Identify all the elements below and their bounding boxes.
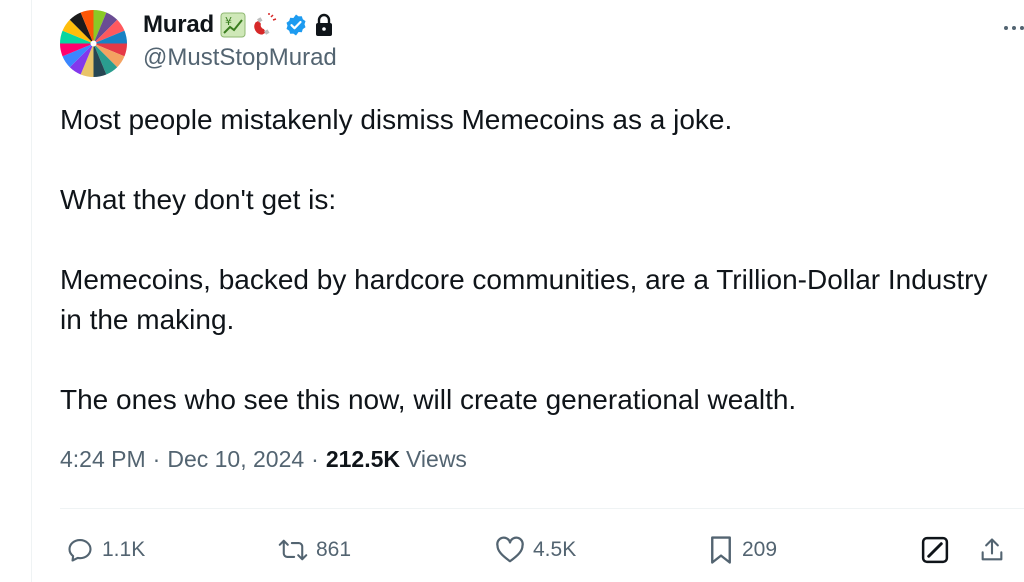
views-label: Views	[406, 446, 467, 472]
magnet-emoji-icon	[254, 13, 277, 35]
tweet-paragraph: What they don't get is:	[60, 184, 337, 215]
chart-yen-emoji-icon: ¥	[220, 12, 246, 38]
tweet-paragraph: Memecoins, backed by hardcore communitie…	[60, 264, 988, 335]
author-name-row: Murad ¥	[143, 8, 334, 42]
more-dot-icon	[1012, 26, 1016, 30]
avatar-image	[60, 10, 127, 77]
bookmark-button[interactable]: 209	[708, 528, 777, 572]
tweet-metadata: 4:24 PM · Dec 10, 2024 · 212.5K Views	[60, 446, 467, 473]
meta-separator: ·	[311, 446, 319, 472]
share-icon	[981, 538, 1003, 561]
verified-badge-icon[interactable]	[284, 13, 308, 37]
bookmark-icon	[711, 536, 731, 564]
divider	[60, 508, 1024, 509]
tweet-paragraph: The ones who see this now, will create g…	[60, 384, 797, 415]
heart-icon	[496, 536, 524, 563]
reply-icon	[68, 539, 92, 562]
lock-icon	[316, 13, 333, 36]
views-count[interactable]: 212.5K	[326, 446, 400, 473]
more-dot-icon	[1004, 26, 1008, 30]
meta-separator: ·	[152, 446, 161, 472]
tweet-text: Most people mistakenly dismiss Memecoins…	[60, 100, 990, 420]
timeline-border	[31, 0, 32, 582]
tweet-detail: Murad ¥ @MustStopMurad Most people mista…	[0, 0, 1024, 582]
repost-button[interactable]: 861	[278, 528, 351, 572]
reply-count: 1.1K	[102, 538, 146, 561]
grok-icon	[921, 536, 949, 564]
tweet-paragraph: Most people mistakenly dismiss Memecoins…	[60, 104, 733, 135]
action-bar: 1.1K 861 4.5K 209	[60, 528, 1024, 572]
reply-button[interactable]: 1.1K	[66, 528, 145, 572]
display-name[interactable]: Murad	[143, 11, 214, 39]
bookmark-count: 209	[742, 538, 778, 561]
tweet-date[interactable]: Dec 10, 2024	[167, 446, 304, 473]
author-handle[interactable]: @MustStopMurad	[143, 44, 337, 72]
more-options-button[interactable]	[980, 14, 1024, 42]
grok-button[interactable]	[920, 528, 950, 572]
repost-icon	[278, 539, 308, 561]
more-dot-icon	[1020, 26, 1024, 30]
avatar[interactable]	[60, 10, 127, 77]
share-button[interactable]	[978, 528, 1006, 572]
svg-text:¥: ¥	[225, 15, 232, 28]
like-count: 4.5K	[533, 538, 577, 561]
like-button[interactable]: 4.5K	[495, 528, 576, 572]
tweet-time[interactable]: 4:24 PM	[60, 446, 146, 473]
repost-count: 861	[316, 538, 352, 561]
